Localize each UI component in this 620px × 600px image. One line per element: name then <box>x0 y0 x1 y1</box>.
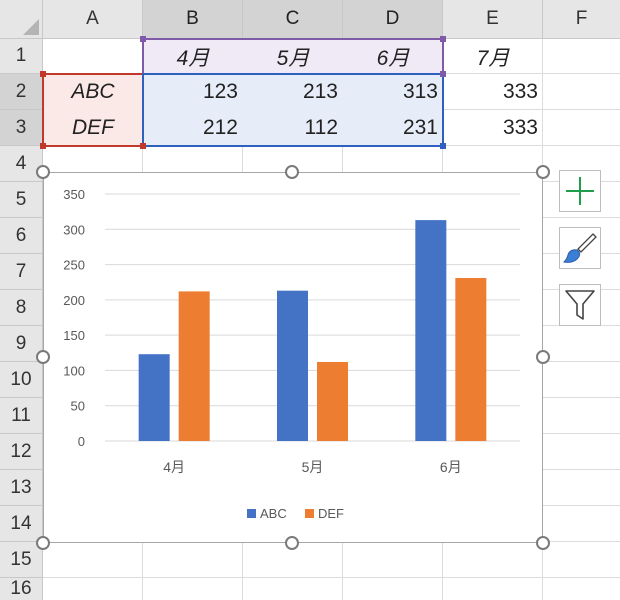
chart-elements-button[interactable] <box>559 170 601 212</box>
row-header-7[interactable]: 7 <box>0 254 43 290</box>
series-name-range-border <box>42 73 144 147</box>
gridline <box>43 577 620 578</box>
row-header-16[interactable]: 16 <box>0 578 43 600</box>
cell-e3[interactable]: 333 <box>443 110 543 146</box>
y-tick-label: 0 <box>78 434 85 449</box>
paintbrush-icon <box>563 233 597 263</box>
chart-resize-handle-top[interactable] <box>285 165 299 179</box>
column-header-a[interactable]: A <box>43 0 143 39</box>
chart-resize-handle-top-right[interactable] <box>536 165 550 179</box>
row-header-2[interactable]: 2 <box>0 74 43 110</box>
chart-resize-handle-bottom-left[interactable] <box>36 536 50 550</box>
bar-def-3[interactable] <box>455 277 487 441</box>
range-handle[interactable] <box>440 71 446 77</box>
category-range-border <box>142 38 444 75</box>
legend-label: DEF <box>318 506 344 521</box>
y-axis-ticks: 0 50 100 150 200 250 300 350 <box>63 187 85 449</box>
bar-chart[interactable]: 0 50 100 150 200 250 300 350 4月 5月 6月 ABC DEF <box>44 173 544 544</box>
row-header-3[interactable]: 3 <box>0 110 43 146</box>
y-tick-label: 50 <box>71 399 85 414</box>
x-axis-labels: 4月 5月 6月 <box>163 459 461 475</box>
range-handle[interactable] <box>40 143 46 149</box>
row-header-1[interactable]: 1 <box>0 39 43 74</box>
values-range-border <box>142 73 444 147</box>
row-header-6[interactable]: 6 <box>0 218 43 254</box>
column-header-b[interactable]: B <box>143 0 243 39</box>
column-header-c[interactable]: C <box>243 0 343 39</box>
chart-resize-handle-right[interactable] <box>536 350 550 364</box>
column-header-e[interactable]: E <box>443 0 543 39</box>
bar-abc-1[interactable] <box>138 354 170 441</box>
row-header-15[interactable]: 15 <box>0 542 43 578</box>
row-header-14[interactable]: 14 <box>0 506 43 542</box>
bar-abc-2[interactable] <box>277 290 308 441</box>
row-header-8[interactable]: 8 <box>0 290 43 326</box>
row-header-10[interactable]: 10 <box>0 362 43 398</box>
chart-resize-handle-left[interactable] <box>36 350 50 364</box>
filter-icon <box>565 290 595 320</box>
chart-bars[interactable] <box>138 220 487 441</box>
select-all-corner[interactable] <box>0 0 43 39</box>
y-tick-label: 300 <box>63 222 85 237</box>
x-category-label: 4月 <box>163 459 185 475</box>
y-tick-label: 150 <box>63 328 85 343</box>
select-all-triangle-icon <box>23 19 39 35</box>
cell-e1[interactable]: 7月 <box>443 39 543 74</box>
chart-resize-handle-bottom-right[interactable] <box>536 536 550 550</box>
bar-abc-3[interactable] <box>415 220 447 441</box>
chart-resize-handle-top-left[interactable] <box>36 165 50 179</box>
row-header-5[interactable]: 5 <box>0 182 43 218</box>
legend-label: ABC <box>260 506 287 521</box>
chart-legend[interactable]: ABC DEF <box>247 506 344 521</box>
chart-area[interactable]: 0 50 100 150 200 250 300 350 4月 5月 6月 ABC DEF <box>43 172 543 543</box>
chart-styles-button[interactable] <box>559 227 601 269</box>
y-tick-label: 200 <box>63 293 85 308</box>
row-header-12[interactable]: 12 <box>0 434 43 470</box>
y-tick-label: 100 <box>63 363 85 378</box>
range-handle[interactable] <box>140 143 146 149</box>
row-header-11[interactable]: 11 <box>0 398 43 434</box>
legend-swatch-abc[interactable] <box>247 509 256 518</box>
column-header-f[interactable]: F <box>543 0 620 39</box>
range-handle[interactable] <box>440 143 446 149</box>
chart-filters-button[interactable] <box>559 284 601 326</box>
chart-resize-handle-bottom[interactable] <box>285 536 299 550</box>
cell-e2[interactable]: 333 <box>443 74 543 110</box>
range-handle[interactable] <box>440 36 446 42</box>
row-header-4[interactable]: 4 <box>0 146 43 182</box>
bar-def-2[interactable] <box>317 361 348 441</box>
range-handle[interactable] <box>140 36 146 42</box>
legend-swatch-def[interactable] <box>305 509 314 518</box>
plus-icon <box>566 177 594 205</box>
y-tick-label: 250 <box>63 258 85 273</box>
x-category-label: 6月 <box>440 459 462 475</box>
range-handle[interactable] <box>40 71 46 77</box>
row-header-13[interactable]: 13 <box>0 470 43 506</box>
bar-def-1[interactable] <box>178 291 210 441</box>
column-header-d[interactable]: D <box>343 0 443 39</box>
y-tick-label: 350 <box>63 187 85 202</box>
x-category-label: 5月 <box>302 459 324 475</box>
